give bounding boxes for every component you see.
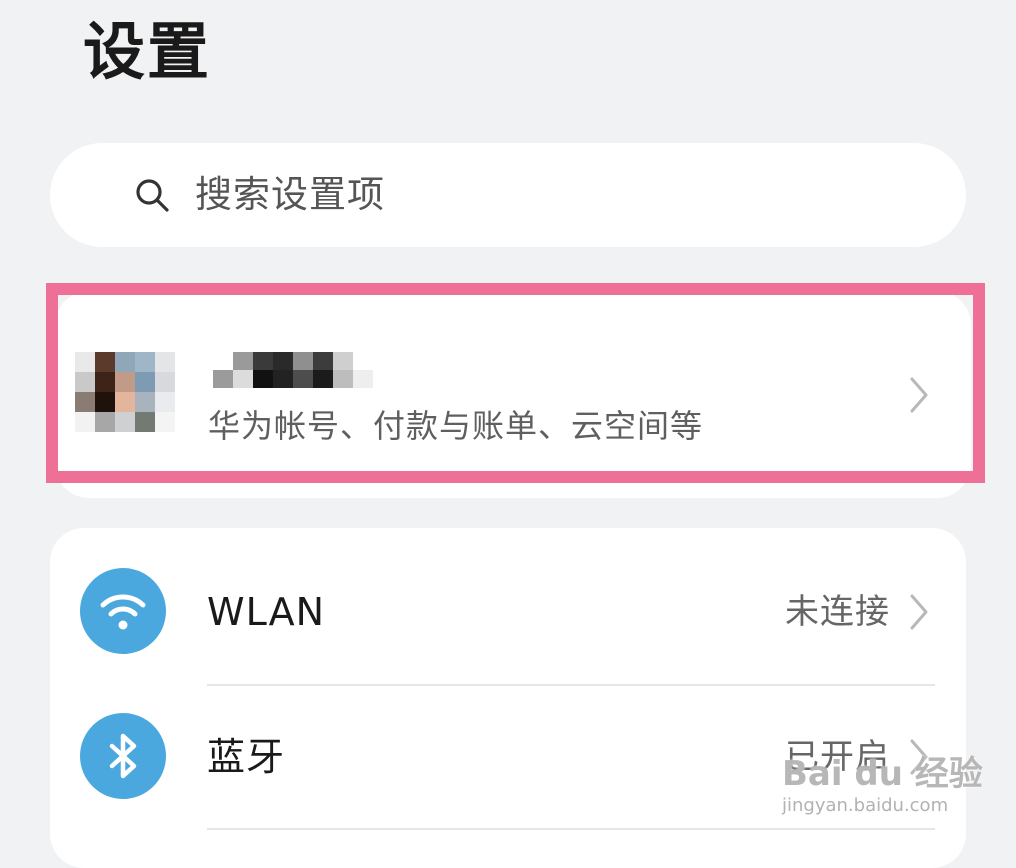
settings-item-value: 未连接 bbox=[785, 592, 890, 632]
settings-card bbox=[50, 528, 966, 868]
search-icon bbox=[134, 177, 174, 217]
bluetooth-icon bbox=[80, 713, 166, 799]
page-title: 设置 bbox=[83, 15, 212, 88]
divider bbox=[207, 828, 935, 830]
settings-item-label: 蓝牙 bbox=[207, 735, 286, 779]
account-subtitle: 华为帐号、付款与账单、云空间等 bbox=[208, 407, 704, 445]
divider bbox=[207, 684, 935, 686]
chevron-right-icon bbox=[906, 737, 932, 777]
settings-item-value: 已开启 bbox=[785, 737, 890, 777]
avatar bbox=[75, 352, 175, 432]
account-card[interactable] bbox=[55, 291, 971, 498]
search-input[interactable]: 搜索设置项 bbox=[50, 143, 966, 247]
account-name bbox=[213, 352, 378, 388]
wifi-icon bbox=[80, 568, 166, 654]
chevron-right-icon bbox=[906, 592, 932, 632]
settings-item-label: WLAN bbox=[207, 590, 326, 634]
chevron-right-icon bbox=[906, 375, 932, 415]
search-placeholder: 搜索设置项 bbox=[195, 173, 385, 216]
